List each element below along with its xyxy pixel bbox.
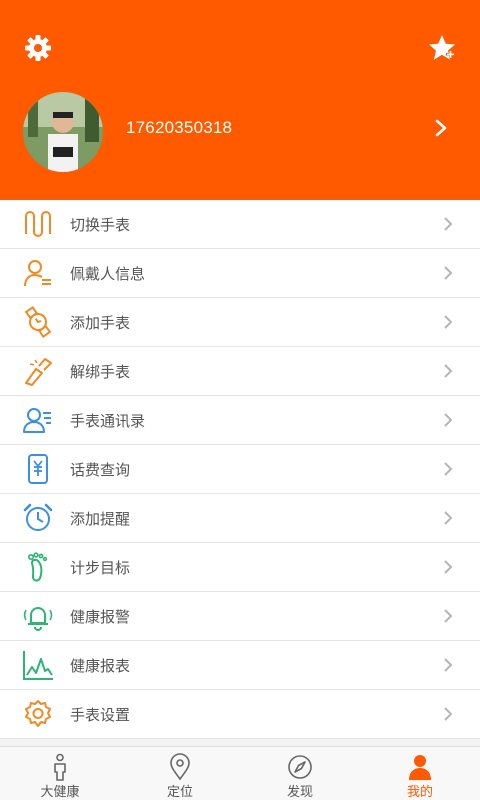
tab-label: 大健康 [40, 785, 80, 800]
menu-item-add-watch[interactable]: 添加手表 [0, 298, 480, 347]
chevron-right-icon [444, 217, 453, 231]
chevron-right-icon [444, 560, 453, 574]
compass-icon [288, 755, 312, 779]
menu-item-label: 手表设置 [70, 706, 131, 724]
favorite-add-star-icon[interactable] [426, 32, 458, 64]
settings-menu: 切换手表 佩戴人信息 添加手表 解绑手表 手表通讯录 话费查询 添加提醒 计步目… [0, 200, 480, 739]
contacts-icon [23, 408, 51, 433]
avatar-photo [23, 92, 103, 172]
menu-item-label: 解绑手表 [70, 363, 131, 381]
menu-item-label: 健康报表 [70, 657, 131, 675]
alarm-clock-icon [23, 503, 53, 531]
menu-item-phone-bill[interactable]: 话费查询 [0, 445, 480, 494]
chevron-right-icon [444, 511, 453, 525]
menu-item-label: 佩戴人信息 [70, 265, 146, 283]
wearer-info-icon [24, 260, 51, 287]
tab-label: 发现 [286, 785, 313, 800]
footprint-icon [28, 552, 48, 582]
chevron-right-icon[interactable] [430, 117, 452, 139]
phone-number: 17620350318 [126, 118, 233, 137]
add-watch-icon [24, 306, 52, 338]
user-icon [409, 755, 431, 780]
tab-discover[interactable]: 发现 [240, 747, 360, 800]
tab-label: 我的 [406, 785, 433, 800]
menu-item-label: 添加提醒 [70, 510, 131, 528]
menu-item-health-alarm[interactable]: 健康报警 [0, 592, 480, 641]
menu-item-label: 计步目标 [70, 559, 131, 577]
tab-mine[interactable]: 我的 [360, 747, 480, 800]
phone-bill-icon [28, 454, 48, 484]
tab-location[interactable]: 定位 [120, 747, 240, 800]
settings-gear-icon[interactable] [22, 32, 54, 64]
menu-item-switch-watch[interactable]: 切换手表 [0, 200, 480, 249]
chevron-right-icon [444, 707, 453, 721]
person-icon [54, 753, 66, 781]
menu-item-wearer-info[interactable]: 佩戴人信息 [0, 249, 480, 298]
gear-icon [25, 700, 51, 727]
menu-item-unbind-watch[interactable]: 解绑手表 [0, 347, 480, 396]
unbind-watch-icon [25, 358, 52, 386]
menu-item-step-goal[interactable]: 计步目标 [0, 543, 480, 592]
bottom-tab-bar: 大健康 定位 发现 我的 [0, 746, 480, 800]
bell-alarm-icon [23, 607, 53, 631]
avatar[interactable] [23, 92, 103, 172]
profile-header: 17620350318 [0, 0, 480, 200]
switch-watch-icon [25, 211, 51, 237]
tab-label: 定位 [166, 785, 193, 800]
menu-item-add-reminder[interactable]: 添加提醒 [0, 494, 480, 543]
chevron-right-icon [444, 315, 453, 329]
menu-item-watch-settings[interactable]: 手表设置 [0, 690, 480, 739]
location-pin-icon [170, 753, 190, 781]
menu-item-contacts[interactable]: 手表通讯录 [0, 396, 480, 445]
chevron-right-icon [444, 462, 453, 476]
chevron-right-icon [444, 266, 453, 280]
tab-health[interactable]: 大健康 [0, 747, 120, 800]
menu-item-label: 添加手表 [70, 314, 131, 332]
chevron-right-icon [444, 364, 453, 378]
chevron-right-icon [444, 413, 453, 427]
menu-item-label: 健康报警 [70, 608, 131, 626]
menu-item-label: 切换手表 [70, 216, 131, 234]
chevron-right-icon [444, 658, 453, 672]
chart-icon [23, 651, 53, 680]
menu-item-label: 话费查询 [70, 461, 131, 479]
menu-item-health-report[interactable]: 健康报表 [0, 641, 480, 690]
menu-item-label: 手表通讯录 [70, 412, 146, 430]
chevron-right-icon [444, 609, 453, 623]
